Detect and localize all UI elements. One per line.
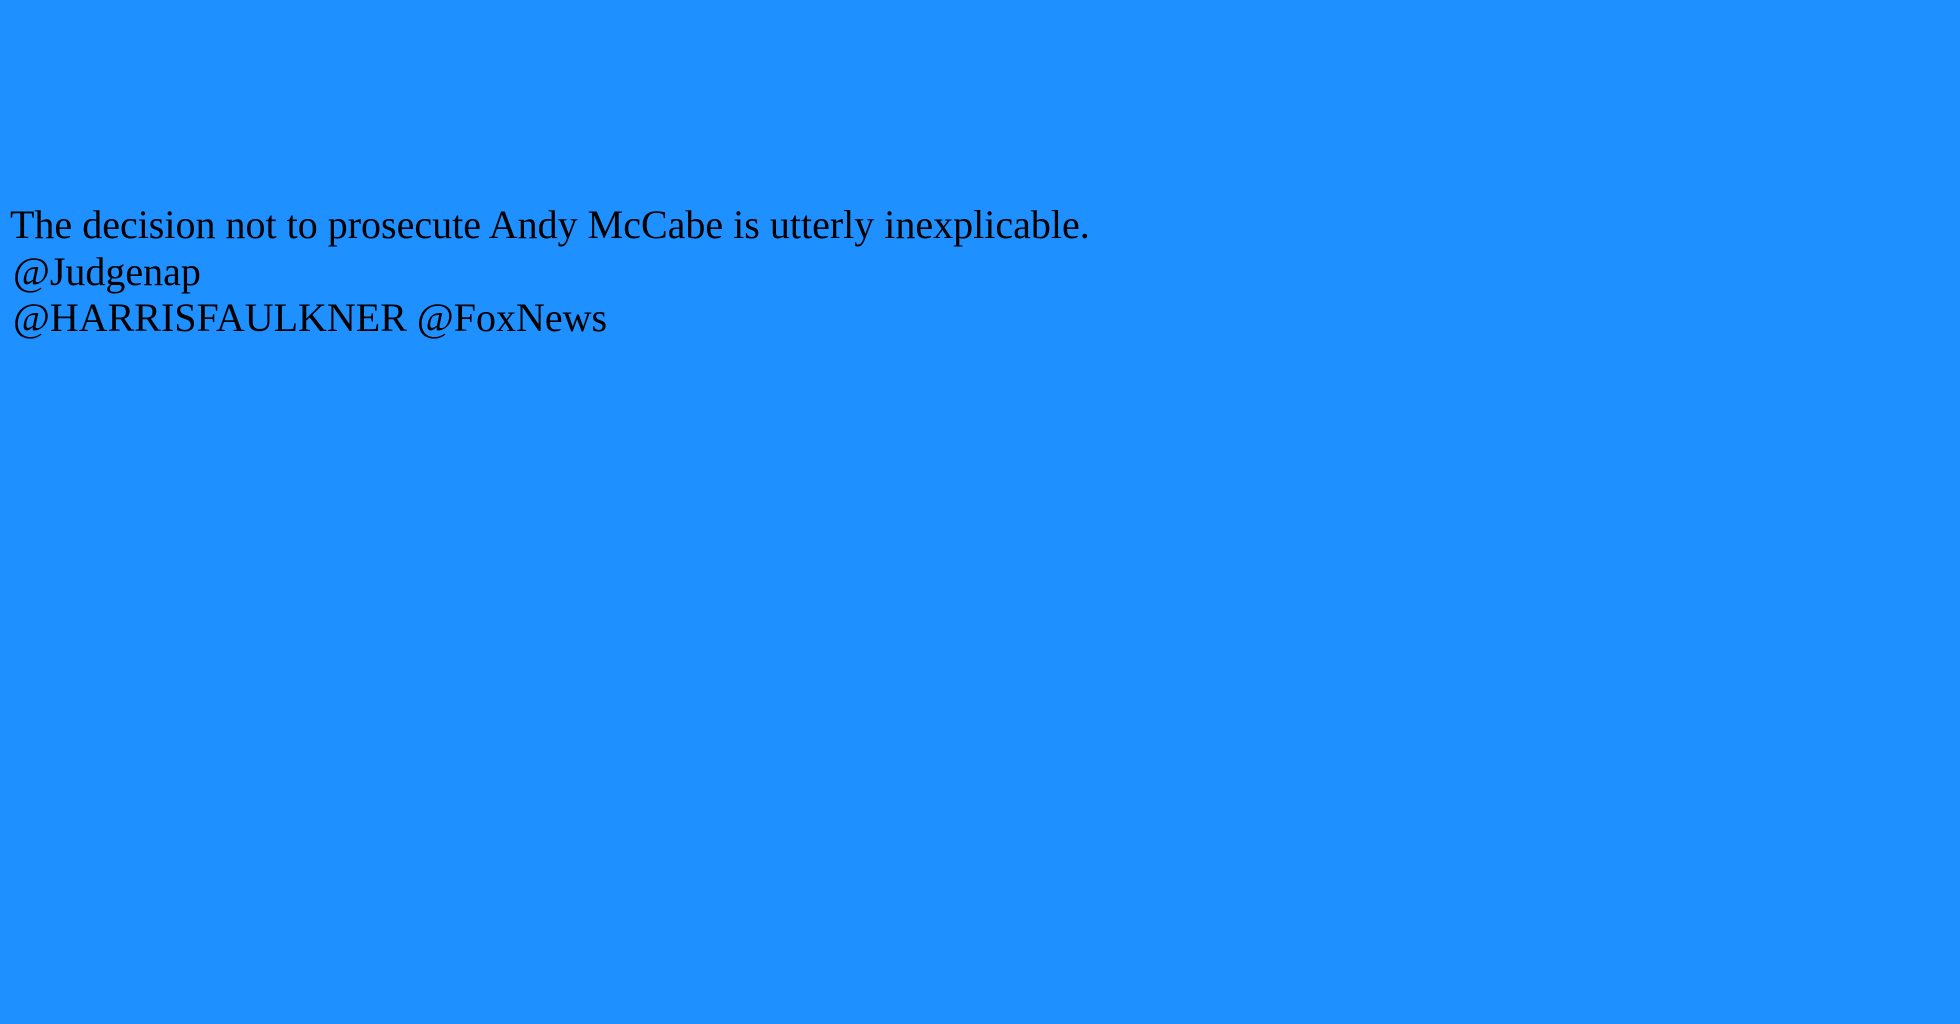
statement-line: The decision not to prosecute Andy McCab… <box>10 202 1090 247</box>
page-background: { "background_color": "#1e90ff", "text_c… <box>0 0 1960 1024</box>
mention-line-judgenap: @Judgenap <box>13 248 201 294</box>
post-text: The decision not to prosecute Andy McCab… <box>10 202 1910 342</box>
mention-line-harrisfaulkner-foxnews: @HARRISFAULKNER @FoxNews <box>13 295 608 340</box>
